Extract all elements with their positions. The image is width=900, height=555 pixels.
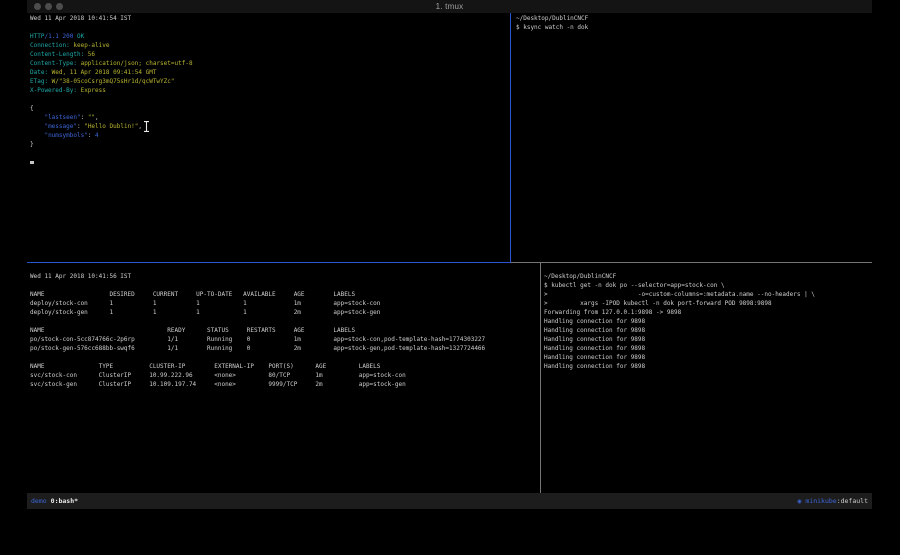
pane-border-vertical-top[interactable] (510, 13, 511, 263)
terminal-window: 1. tmux Wed 11 Apr 2018 10:41:54 IST HTT… (27, 0, 872, 510)
terminal-line: "lastseen": "", (30, 113, 193, 122)
terminal-line (30, 95, 193, 104)
terminal-line: Wed 11 Apr 2018 10:41:54 IST (30, 14, 193, 23)
titlebar: 1. tmux (27, 0, 872, 13)
terminal-line: "numsymbols": 4 (30, 131, 193, 140)
terminal-line: $ ksync watch -n dok (516, 23, 588, 32)
pane-http-response[interactable]: Wed 11 Apr 2018 10:41:54 IST HTTP/1.1 20… (30, 14, 193, 167)
terminal-line: Content-Type: application/json; charset=… (30, 59, 193, 68)
status-right: ◉ minikube:default (797, 497, 868, 505)
terminal-line: Connection: keep-alive (30, 41, 193, 50)
terminal-line: $ kubectl get -n dok po --selector=app=s… (544, 281, 815, 290)
minimize-button-icon[interactable] (45, 3, 52, 10)
terminal-line (30, 23, 193, 32)
terminal-line: ETag: W/"38-05coCsrg3mQ75sHr1d/qcWTwYZc" (30, 77, 193, 86)
terminal-line (30, 353, 485, 362)
tmux-session: Wed 11 Apr 2018 10:41:54 IST HTTP/1.1 20… (27, 13, 872, 493)
kube-context-name: minikube (805, 497, 836, 505)
terminal-line (30, 149, 193, 158)
terminal-line: svc/stock-con ClusterIP 10.99.222.96 <no… (30, 371, 485, 380)
close-button-icon[interactable] (34, 3, 41, 10)
terminal-line: Content-Length: 56 (30, 50, 193, 59)
terminal-line: NAME TYPE CLUSTER-IP EXTERNAL-IP PORT(S)… (30, 362, 485, 371)
terminal-line: ~/Desktop/DublinCNCF (516, 14, 588, 23)
pane-kubectl-get[interactable]: Wed 11 Apr 2018 10:41:56 IST NAME DESIRE… (30, 272, 485, 389)
terminal-line: deploy/stock-con 1 1 1 1 1m app=stock-co… (30, 299, 485, 308)
pane-border-horizontal[interactable] (511, 262, 872, 263)
status-left: demo 0:bash* (31, 497, 78, 505)
kube-helm-icon: ◉ (797, 497, 801, 505)
mouse-cursor-ibeam (143, 121, 150, 132)
terminal-line: NAME READY STATUS RESTARTS AGE LABELS (30, 326, 485, 335)
terminal-line: > xargs -IPOD kubectl -n dok port-forwar… (544, 299, 815, 308)
session-name: demo (31, 497, 47, 505)
terminal-line: Handling connection for 9898 (544, 353, 815, 362)
window-tab-bash[interactable]: 0:bash* (51, 497, 78, 505)
terminal-line: NAME DESIRED CURRENT UP-TO-DATE AVAILABL… (30, 290, 485, 299)
pane-border-horizontal-active[interactable] (27, 262, 511, 263)
terminal-line: } (30, 140, 193, 149)
kube-namespace: :default (837, 497, 868, 505)
terminal-line: X-Powered-By: Express (30, 86, 193, 95)
terminal-line: Handling connection for 9898 (544, 326, 815, 335)
terminal-line: > -o=custom-columns=:metadata.name --no-… (544, 290, 815, 299)
terminal-line: Handling connection for 9898 (544, 344, 815, 353)
terminal-line: deploy/stock-gen 1 1 1 1 2m app=stock-ge… (30, 308, 485, 317)
terminal-line: Forwarding from 127.0.0.1:9898 -> 9898 (544, 308, 815, 317)
terminal-line: Date: Wed, 11 Apr 2018 09:41:54 GMT (30, 68, 193, 77)
zoom-button-icon[interactable] (56, 3, 63, 10)
terminal-line: "message": "Hello Dublin!", (30, 122, 193, 131)
terminal-line: po/stock-con-5cc874766c-2p6rp 1/1 Runnin… (30, 335, 485, 344)
pane-border-vertical-bottom[interactable] (540, 263, 541, 493)
terminal-line: Handling connection for 9898 (544, 317, 815, 326)
terminal-line (30, 281, 485, 290)
terminal-line: HTTP/1.1 200 OK (30, 32, 193, 41)
terminal-line: po/stock-gen-576cc688bb-swqf6 1/1 Runnin… (30, 344, 485, 353)
terminal-line: Handling connection for 9898 (544, 362, 815, 371)
window-title: 1. tmux (27, 2, 872, 11)
terminal-line: ~/Desktop/DublinCNCF (544, 272, 815, 281)
terminal-line: Handling connection for 9898 (544, 335, 815, 344)
terminal-line: svc/stock-gen ClusterIP 10.109.197.74 <n… (30, 380, 485, 389)
terminal-line: { (30, 104, 193, 113)
kube-context: minikube:default (805, 497, 868, 505)
tmux-status-bar: demo 0:bash* ◉ minikube:default (27, 493, 872, 509)
terminal-line: Wed 11 Apr 2018 10:41:56 IST (30, 272, 485, 281)
traffic-lights (34, 0, 63, 13)
pane-ksync-watch[interactable]: ~/Desktop/DublinCNCF$ ksync watch -n dok (516, 14, 588, 32)
terminal-line (30, 317, 485, 326)
pane-port-forward[interactable]: ~/Desktop/DublinCNCF$ kubectl get -n dok… (544, 272, 815, 371)
terminal-line (30, 158, 193, 167)
